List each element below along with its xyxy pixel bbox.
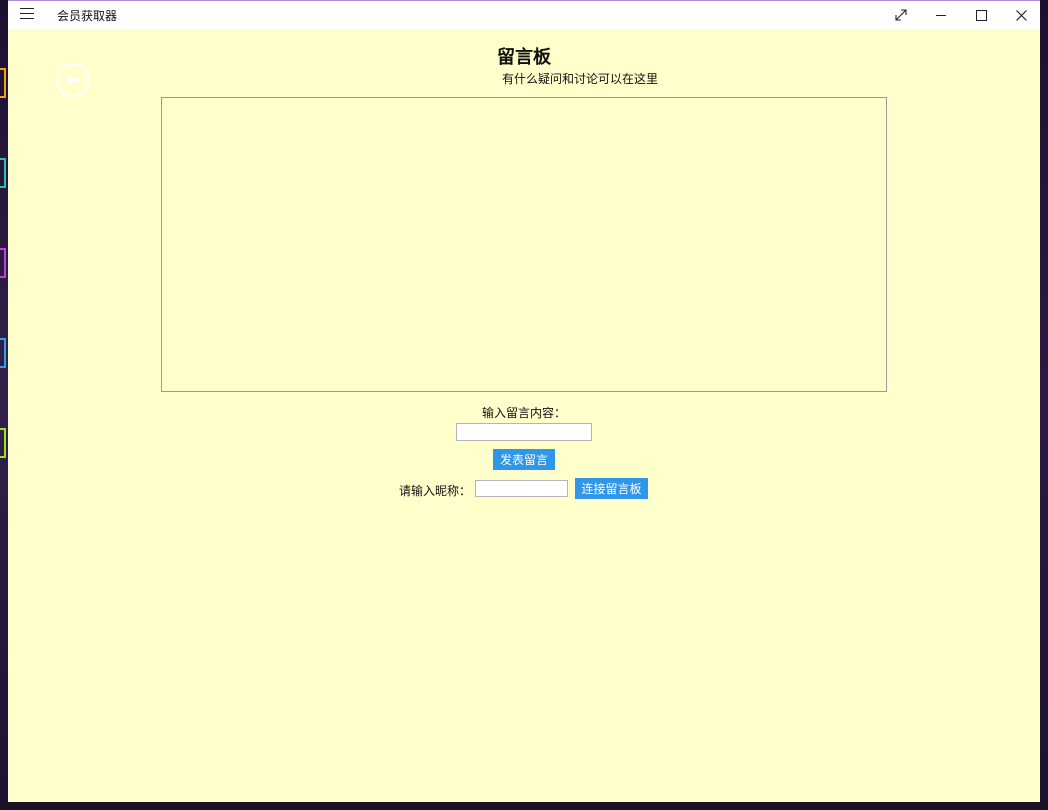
- hamburger-icon[interactable]: [20, 8, 34, 22]
- maximize-icon: [975, 9, 987, 21]
- nickname-input[interactable]: [475, 480, 568, 497]
- post-message-button[interactable]: 发表留言: [493, 449, 555, 470]
- expand-icon: [895, 9, 907, 21]
- desktop-icon: [0, 68, 6, 98]
- message-content-input[interactable]: [456, 423, 592, 441]
- message-board[interactable]: [161, 97, 887, 392]
- window-title: 会员获取器: [57, 9, 118, 23]
- page-subtitle: 有什么疑问和讨论可以在这里: [502, 72, 659, 86]
- desktop-icon: [0, 158, 6, 188]
- content-label: 输入留言内容：: [481, 406, 566, 420]
- close-icon: [1015, 9, 1027, 21]
- desktop-background-bottom: [0, 802, 1048, 810]
- connect-board-button[interactable]: 连接留言板: [575, 478, 648, 499]
- page-title: 留言板: [497, 47, 551, 68]
- desktop-background-right: [1040, 0, 1048, 810]
- back-arrow-icon: [65, 74, 80, 86]
- desktop-background-left: [0, 0, 8, 810]
- nickname-label: 请输入昵称：: [399, 484, 472, 498]
- close-button[interactable]: [1001, 1, 1041, 29]
- maximize-button[interactable]: [961, 1, 1001, 29]
- minimize-icon: [936, 14, 946, 16]
- app-window: 会员获取器 留言板 有什么疑问和讨论可以在这里 输入留言内容： 发表留言 请输入…: [8, 0, 1040, 802]
- desktop-icon: [0, 338, 6, 368]
- title-bar: 会员获取器: [8, 1, 1040, 29]
- desktop-icon: [0, 428, 6, 458]
- expand-button[interactable]: [881, 1, 921, 29]
- minimize-button[interactable]: [921, 1, 961, 29]
- desktop-icon: [0, 248, 6, 278]
